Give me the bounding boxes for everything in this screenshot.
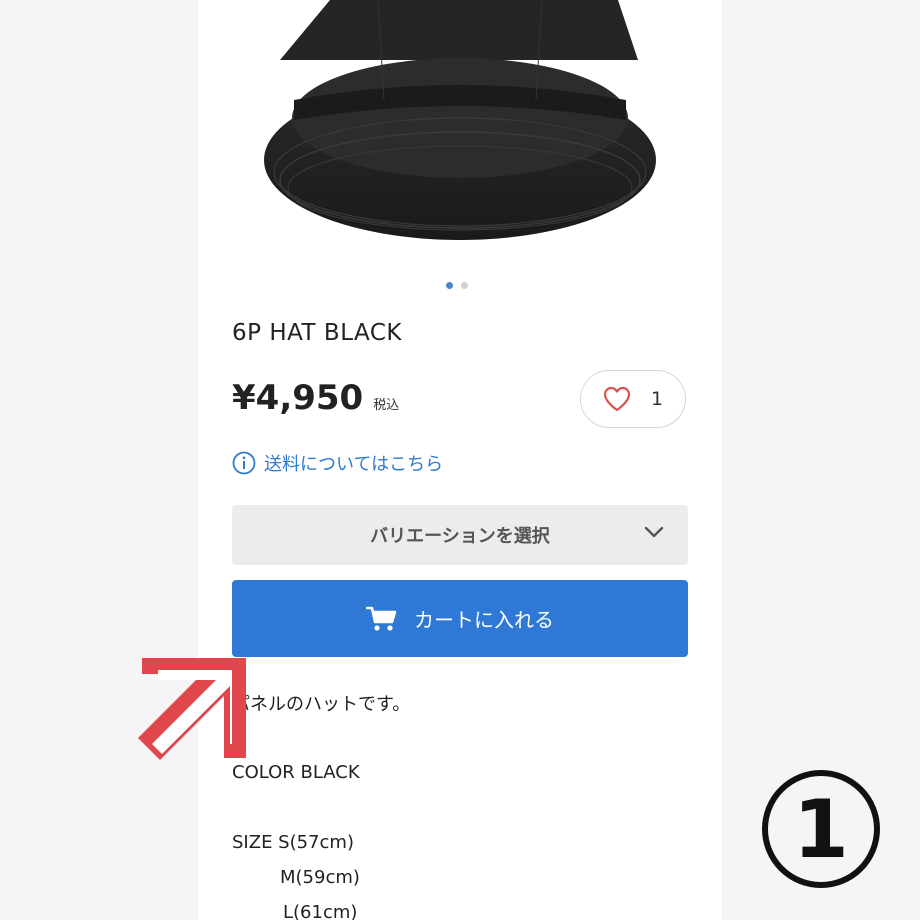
size-info-l: L(61cm) — [283, 902, 358, 920]
image-pager-dots — [446, 282, 468, 289]
add-to-cart-button[interactable]: カートに入れる — [232, 580, 688, 657]
variation-label: バリエーションを選択 — [370, 526, 550, 547]
price-row: ¥4,950 税込 — [232, 378, 399, 418]
shipping-info-link[interactable]: 送料についてはこちら — [232, 450, 443, 476]
variation-select[interactable]: バリエーションを選択 — [232, 505, 688, 565]
info-icon — [232, 451, 256, 475]
product-page: 6P HAT BLACK ¥4,950 税込 1 送料についてはこちら バリエー… — [198, 0, 722, 920]
tax-label: 税込 — [373, 398, 400, 413]
chevron-down-icon — [644, 526, 664, 538]
add-to-cart-label: カートに入れる — [414, 608, 554, 632]
step-number-badge: 1 — [762, 770, 880, 888]
cart-icon — [366, 606, 397, 631]
product-description: パネルのハットです。 — [232, 694, 411, 715]
heart-icon — [603, 386, 631, 412]
arrow-pointer-icon — [138, 658, 246, 760]
pager-dot[interactable] — [461, 282, 468, 289]
size-info-s: SIZE S(57cm) — [232, 832, 354, 853]
like-count: 1 — [650, 388, 664, 410]
product-price: ¥4,950 — [232, 378, 364, 418]
like-button[interactable]: 1 — [580, 370, 686, 428]
product-image[interactable] — [198, 0, 722, 270]
pager-dot-active[interactable] — [446, 282, 453, 289]
shipping-link-text[interactable]: 送料についてはこちら — [264, 450, 443, 476]
size-info-m: M(59cm) — [280, 867, 360, 888]
step-number: 1 — [793, 782, 849, 876]
product-title: 6P HAT BLACK — [232, 320, 403, 346]
